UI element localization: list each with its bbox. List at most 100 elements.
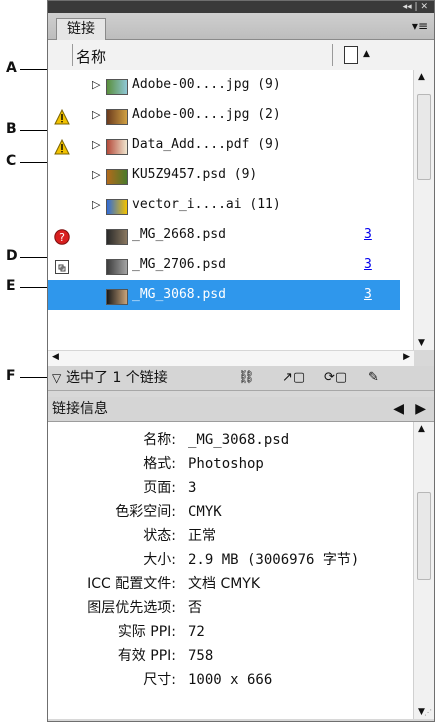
scroll-right-icon[interactable]: ▶ <box>403 352 410 362</box>
links-panel: ◂◂ | ✕ 链接 ▾≡ 名称 ▲ ▷ Adobe-00....jpg (9) … <box>47 0 435 722</box>
info-label: 尺寸: <box>143 672 176 688</box>
missing-link-icon: ? <box>54 227 70 245</box>
disclosure-triangle-icon[interactable]: ▷ <box>92 70 100 100</box>
warning-icon <box>54 107 70 125</box>
link-name: _MG_2668.psd <box>132 227 226 242</box>
info-row: 状态: 正常 <box>48 524 408 548</box>
info-row: 有效 PPI: 758 <box>48 644 408 668</box>
previous-link-icon[interactable]: ◀ <box>393 397 404 421</box>
callout-C: C <box>6 153 17 169</box>
link-name: _MG_2706.psd <box>132 257 226 272</box>
link-row[interactable]: ▷ Adobe-00....jpg (2) <box>48 100 400 130</box>
info-value: 3 <box>188 480 197 496</box>
page-icon[interactable] <box>344 46 358 64</box>
disclosure-triangle-icon[interactable]: ▷ <box>92 160 100 190</box>
info-value: CMYK <box>188 504 222 520</box>
selection-count-text: 选中了 1 个链接 <box>66 370 168 386</box>
disclosure-triangle-icon[interactable]: ▷ <box>92 130 100 160</box>
info-value: 72 <box>188 624 205 640</box>
image-thumbnail <box>106 169 128 185</box>
pdf-thumbnail <box>106 139 128 155</box>
go-to-link-icon[interactable]: ↗▢ <box>282 366 305 390</box>
warning-icon <box>54 137 70 155</box>
page-number-link[interactable]: 3 <box>364 280 372 310</box>
info-row: 尺寸: 1000 x 666 <box>48 668 408 692</box>
disclosure-triangle-icon[interactable]: ▷ <box>92 190 100 220</box>
link-info-title: 链接信息 <box>52 401 108 417</box>
link-name: KU5Z9457.psd (9) <box>132 167 258 182</box>
column-name-header[interactable]: 名称 <box>76 46 106 67</box>
header-divider <box>72 44 73 66</box>
info-row: ICC 配置文件: 文档 CMYK <box>48 572 408 596</box>
info-value: Photoshop <box>188 456 264 472</box>
scroll-up-icon[interactable]: ▲ <box>418 424 425 434</box>
link-name: vector_i....ai (11) <box>132 197 281 212</box>
info-value: 2.9 MB (3006976 字节) <box>188 552 360 568</box>
relink-icon[interactable]: ⛓ <box>238 366 255 390</box>
link-name: Data_Add....pdf (9) <box>132 137 281 152</box>
link-row[interactable]: ▷ Data_Add....pdf (9) <box>48 130 400 160</box>
info-row: 名称: _MG_3068.psd <box>48 428 408 452</box>
link-row[interactable]: ? _MG_2668.psd 3 <box>48 220 400 250</box>
scroll-left-icon[interactable]: ◀ <box>52 352 59 362</box>
info-label: 有效 PPI: <box>117 648 176 664</box>
links-vertical-scrollbar[interactable]: ▲ ▼ <box>413 70 434 350</box>
image-thumbnail <box>106 109 128 125</box>
disclosure-triangle-icon[interactable]: ▷ <box>92 100 100 130</box>
info-row: 格式: Photoshop <box>48 452 408 476</box>
info-value: _MG_3068.psd <box>188 432 290 448</box>
link-info-body: 名称: _MG_3068.psd 格式: Photoshop 页面: 3 色彩空… <box>48 422 434 719</box>
edit-original-icon[interactable]: ✎ <box>368 366 379 390</box>
scroll-thumb[interactable] <box>417 94 431 180</box>
update-link-icon[interactable]: ⟳▢ <box>324 366 347 390</box>
info-label: 页面: <box>143 480 176 496</box>
callout-D: D <box>6 248 18 264</box>
panel-tab-row: 链接 ▾≡ <box>48 13 434 40</box>
scroll-thumb[interactable] <box>417 492 431 580</box>
info-label: 实际 PPI: <box>117 624 176 640</box>
vector-thumbnail <box>106 199 128 215</box>
link-row[interactable]: ▷ Adobe-00....jpg (9) <box>48 70 400 100</box>
link-row-selected[interactable]: _MG_3068.psd 3 <box>48 280 400 310</box>
info-row: 大小: 2.9 MB (3006976 字节) <box>48 548 408 572</box>
info-row: 实际 PPI: 72 <box>48 620 408 644</box>
link-name: _MG_3068.psd <box>132 287 226 302</box>
info-value: 正常 <box>188 528 216 544</box>
link-row[interactable]: _MG_2706.psd 3 <box>48 250 400 280</box>
callout-A: A <box>6 60 17 76</box>
scroll-up-icon[interactable]: ▲ <box>418 72 425 82</box>
info-label: 名称: <box>143 432 176 448</box>
page-number-link[interactable]: 3 <box>364 220 372 250</box>
link-info-header: 链接信息 ◀ ▶ <box>48 397 434 422</box>
links-list[interactable]: ▷ Adobe-00....jpg (9) ▷ Adobe-00....jpg … <box>48 70 434 350</box>
page-number-link[interactable]: 3 <box>364 250 372 280</box>
info-label: 大小: <box>143 552 176 568</box>
info-label: 状态: <box>143 528 176 544</box>
links-status-bar: ▽ 选中了 1 个链接 ⛓ ↗▢ ⟳▢ ✎ <box>48 366 434 391</box>
links-toolbar: ⛓ ↗▢ ⟳▢ ✎ <box>238 366 428 390</box>
image-thumbnail <box>106 289 128 305</box>
header-divider <box>332 44 333 66</box>
toggle-info-icon[interactable]: ▽ <box>52 366 61 390</box>
sort-arrow-icon[interactable]: ▲ <box>363 49 370 59</box>
info-row: 色彩空间: CMYK <box>48 500 408 524</box>
link-row[interactable]: ▷ KU5Z9457.psd (9) <box>48 160 400 190</box>
link-name: Adobe-00....jpg (9) <box>132 77 281 92</box>
info-label: 格式: <box>143 456 176 472</box>
image-thumbnail <box>106 79 128 95</box>
tab-links[interactable]: 链接 <box>56 18 106 40</box>
links-horizontal-scrollbar[interactable]: ◀ ▶ <box>48 350 414 367</box>
link-row[interactable]: ▷ vector_i....ai (11) <box>48 190 400 220</box>
info-value: 758 <box>188 648 214 664</box>
callout-E: E <box>6 278 16 294</box>
info-vertical-scrollbar[interactable]: ▲ ▼ <box>413 422 434 719</box>
callout-B: B <box>6 121 17 137</box>
next-link-icon[interactable]: ▶ <box>415 397 426 421</box>
info-label: ICC 配置文件: <box>87 576 176 592</box>
panel-menu-icon[interactable]: ▾≡ <box>412 19 428 33</box>
scroll-down-icon[interactable]: ▼ <box>418 338 425 348</box>
resize-grip-icon[interactable]: ⋰ <box>424 708 432 717</box>
svg-text:?: ? <box>59 231 65 244</box>
info-label: 色彩空间: <box>115 504 176 520</box>
panel-titlebar[interactable]: ◂◂ | ✕ <box>48 1 434 13</box>
